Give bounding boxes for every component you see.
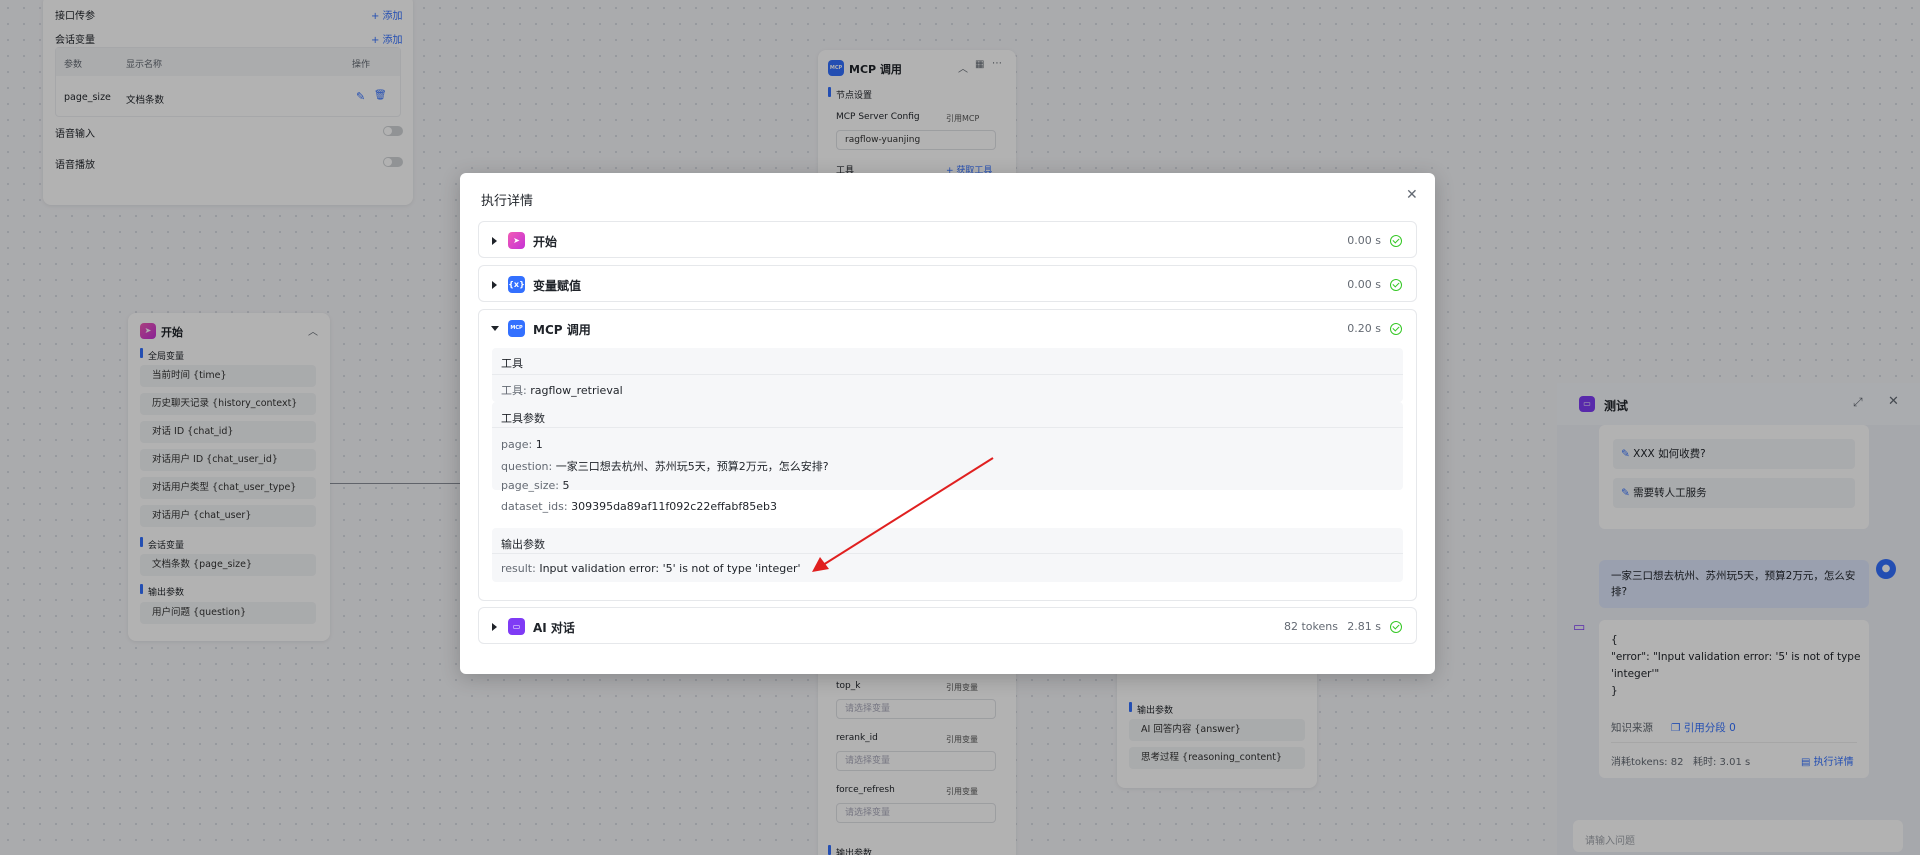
annotation-arrow — [812, 457, 994, 572]
